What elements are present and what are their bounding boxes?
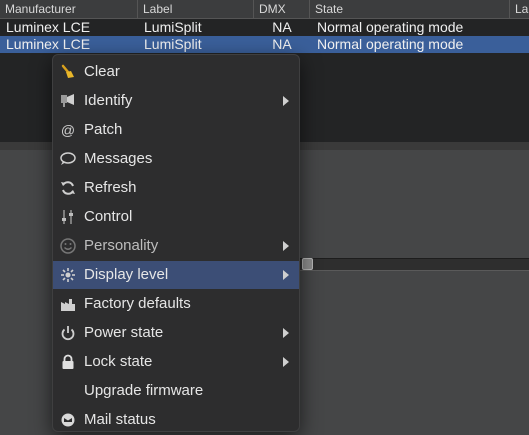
submenu-arrow-icon (283, 270, 289, 280)
menu-item-label: Control (84, 208, 133, 225)
column-header-lamp[interactable]: Lamp (510, 0, 529, 18)
menu-item-label: Personality (84, 237, 159, 254)
menu-item-label: Upgrade firmware (84, 382, 204, 399)
menu-item-mail-status[interactable]: Mail status (53, 406, 299, 431)
menu-item-refresh[interactable]: Refresh (53, 174, 299, 202)
at-icon: @ (60, 122, 76, 138)
menu-item-identify[interactable]: Identify (53, 87, 299, 115)
display-level-slider-handle[interactable] (302, 258, 313, 270)
submenu-arrow-icon (283, 357, 289, 367)
menu-item-patch[interactable]: @ Patch (53, 116, 299, 144)
cell-label: LumiSplit (144, 19, 202, 35)
menu-item-clear[interactable]: Clear (53, 58, 299, 86)
menu-item-personality[interactable]: Personality (53, 232, 299, 260)
menu-item-label: Clear (84, 63, 120, 80)
cell-dmx: NA (272, 36, 292, 52)
menu-item-label: Power state (84, 324, 164, 341)
menu-item-label: Lock state (84, 353, 153, 370)
column-header-label[interactable]: Label (138, 0, 254, 18)
menu-item-lock-state[interactable]: Lock state (53, 348, 299, 376)
column-header-dmx[interactable]: DMX (254, 0, 310, 18)
power-icon (59, 325, 77, 341)
menu-item-label: Identify (84, 92, 133, 109)
factory-icon (59, 296, 77, 312)
menu-item-label: Display level (84, 266, 169, 283)
menu-item-label: Messages (84, 150, 153, 167)
submenu-arrow-icon (283, 96, 289, 106)
menu-item-control[interactable]: Control (53, 203, 299, 231)
cell-state: Normal operating mode (317, 36, 464, 52)
mail-status-icon (59, 412, 77, 428)
smiley-icon (59, 238, 77, 254)
brightness-icon (59, 267, 77, 283)
menu-item-label: Mail status (84, 411, 156, 428)
submenu-arrow-icon (283, 328, 289, 338)
submenu-arrow-icon (283, 241, 289, 251)
context-menu: Clear Identify @ Patch Messages Refresh … (52, 54, 300, 432)
lock-icon (59, 354, 77, 370)
display-level-slider-track[interactable] (296, 258, 529, 271)
cell-dmx: NA (272, 19, 292, 35)
identify-icon (59, 93, 77, 109)
cell-manufacturer: Luminex LCE (6, 19, 91, 35)
table-header: Manufacturer Label DMX State Lamp (0, 0, 529, 19)
cell-label: LumiSplit (144, 36, 202, 52)
column-header-state[interactable]: State (310, 0, 510, 18)
menu-item-messages[interactable]: Messages (53, 145, 299, 173)
menu-item-label: Refresh (84, 179, 137, 196)
menu-item-label: Patch (84, 121, 123, 138)
menu-item-display-level[interactable]: Display level (53, 261, 299, 289)
menu-item-power-state[interactable]: Power state (53, 319, 299, 347)
cell-state: Normal operating mode (317, 19, 464, 35)
table-row[interactable]: Luminex LCE LumiSplit NA Normal operatin… (0, 19, 529, 36)
menu-item-factory-defaults[interactable]: Factory defaults (53, 290, 299, 318)
refresh-icon (59, 180, 77, 196)
menu-item-label: Factory defaults (84, 295, 191, 312)
cell-manufacturer: Luminex LCE (6, 36, 91, 52)
control-icon (59, 209, 77, 225)
table-row-selected[interactable]: Luminex LCE LumiSplit NA Normal operatin… (0, 36, 529, 53)
column-header-manufacturer[interactable]: Manufacturer (0, 0, 138, 18)
broom-icon (59, 64, 77, 80)
menu-item-upgrade-firmware[interactable]: Upgrade firmware (53, 377, 299, 405)
speech-bubble-icon (59, 151, 77, 167)
